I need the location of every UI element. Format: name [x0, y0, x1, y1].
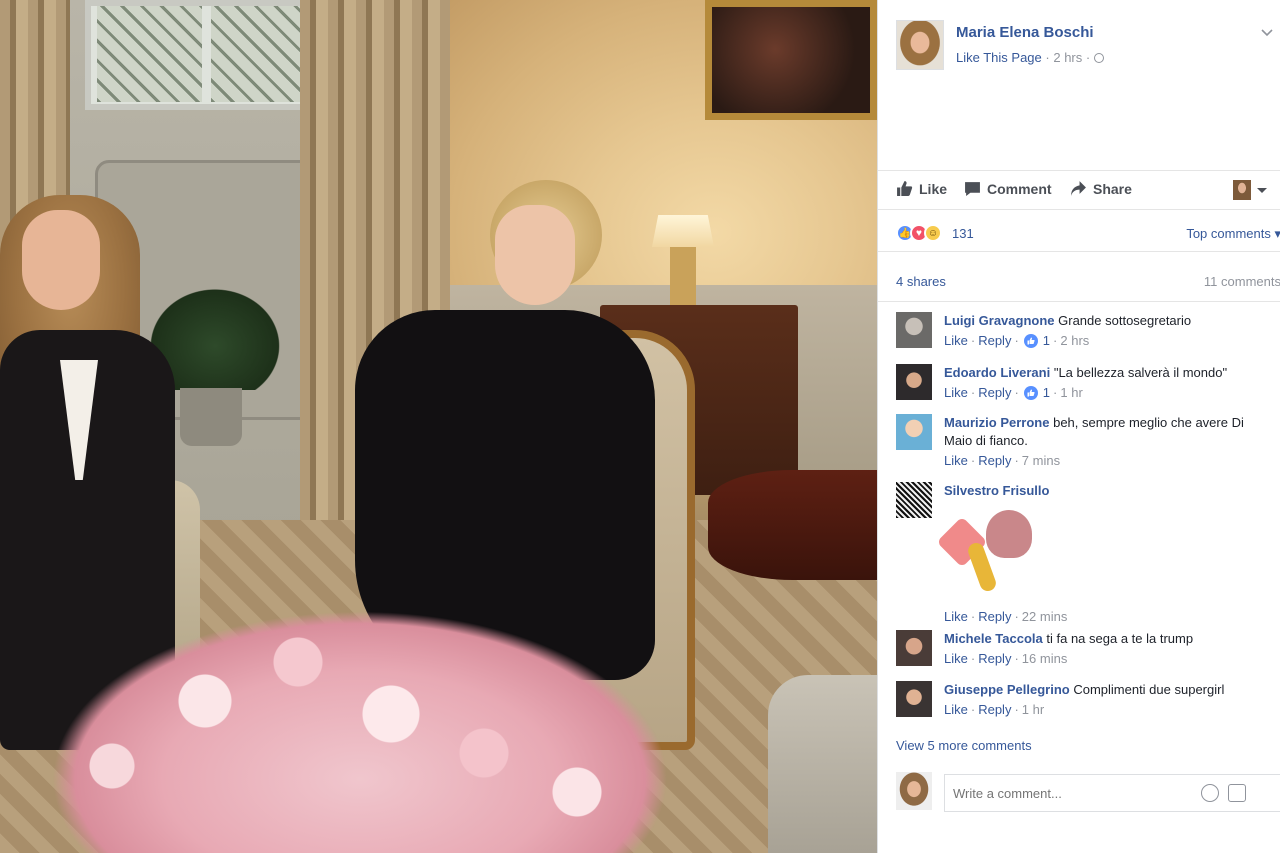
comment-reply-link[interactable]: Reply [978, 332, 1011, 350]
window [85, 0, 325, 110]
page-avatar[interactable] [896, 20, 944, 70]
comment-author[interactable]: Silvestro Frisullo [944, 483, 1049, 498]
caret-down-icon [1257, 187, 1267, 193]
comment-sort-dropdown[interactable]: Top comments ▾ [1186, 226, 1280, 242]
page-name[interactable]: Maria Elena Boschi [956, 24, 1094, 41]
comment-like-link[interactable]: Like [944, 452, 968, 470]
comment-like-link[interactable]: Like [944, 608, 968, 626]
commenter-avatar[interactable] [896, 312, 932, 348]
comment-author[interactable]: Michele Taccola [944, 631, 1043, 646]
comment-author[interactable]: Luigi Gravagnone [944, 313, 1055, 328]
thumbs-up-icon [897, 181, 913, 196]
reactions-row: 👍 ♥ ☺ 131 Top comments ▾ [878, 220, 1280, 252]
sticker-icon[interactable] [1228, 784, 1246, 802]
like-reaction-icon [1023, 334, 1038, 348]
comment-like-link[interactable]: Like [944, 650, 968, 668]
like-page-link[interactable]: Like This Page [956, 50, 1042, 65]
share-button[interactable]: Share [1070, 180, 1132, 197]
like-button[interactable]: Like [896, 180, 947, 197]
comment-author[interactable]: Giuseppe Pellegrino [944, 682, 1070, 697]
plant-pot [180, 388, 242, 446]
comment-author[interactable]: Edoardo Liverani [944, 365, 1050, 380]
lamp-base [670, 247, 696, 305]
post-meta: Like This Page · 2 hrs · [956, 50, 1104, 65]
comment-like-count[interactable]: 1 [1043, 384, 1050, 402]
globe-icon [1093, 53, 1104, 63]
flower-bouquet [50, 610, 670, 853]
comment-like-link[interactable]: Like [944, 701, 968, 719]
user-avatar [896, 772, 932, 810]
comment-like-count[interactable]: 1 [1043, 332, 1050, 350]
comment-button[interactable]: Comment [964, 180, 1052, 197]
cat-icon [986, 510, 1032, 558]
separator: · [1085, 50, 1091, 65]
comment-text: "La bellezza salverà il mondo" [1053, 365, 1228, 380]
separator: · [1045, 50, 1050, 65]
comment-reply-link[interactable]: Reply [978, 608, 1011, 626]
commenter-avatar[interactable] [896, 414, 932, 450]
comment-time[interactable]: 2 hrs [1060, 332, 1089, 350]
comment-text: Grande sottosegretario [1058, 313, 1192, 328]
emoji-icon[interactable] [1201, 784, 1219, 802]
post-sidebar: Maria Elena Boschi Like This Page · 2 hr… [877, 0, 1280, 853]
commenter-avatar[interactable] [896, 681, 932, 717]
comment-text: Complimenti due supergirl [1073, 682, 1225, 697]
lamp [652, 215, 714, 247]
view-more-comments-link[interactable]: View 5 more comments [896, 738, 1032, 753]
comment-reply-link[interactable]: Reply [978, 701, 1011, 719]
share-label: Share [1093, 180, 1132, 197]
share-icon [1071, 181, 1086, 196]
reactions-summary[interactable]: 👍 ♥ ☺ 131 [896, 224, 974, 242]
person-face [495, 205, 575, 305]
side-table [708, 470, 877, 580]
commenter-avatar[interactable] [896, 364, 932, 400]
actor-selector[interactable] [1233, 180, 1267, 200]
comment-icon [965, 182, 980, 196]
counts-row: 4 shares 11 comments [878, 262, 1280, 302]
action-bar: Like Comment Share [878, 170, 1280, 210]
post-header: Maria Elena Boschi Like This Page · 2 hr… [878, 0, 1280, 170]
comment-reply-link[interactable]: Reply [978, 650, 1011, 668]
haha-reaction-icon: ☺ [924, 224, 942, 242]
like-label: Like [919, 180, 948, 197]
comment-like-link[interactable]: Like [944, 384, 968, 402]
comment-label: Comment [987, 180, 1052, 197]
commenter-avatar[interactable] [896, 630, 932, 666]
actor-avatar [1233, 180, 1251, 200]
window-pane [97, 6, 202, 102]
comment-reply-link[interactable]: Reply [978, 452, 1011, 470]
armchair [768, 675, 877, 853]
shares-count[interactable]: 4 shares [896, 274, 946, 289]
like-reaction-icon [1023, 386, 1038, 400]
post-photo[interactable] [0, 0, 877, 853]
comments-count[interactable]: 11 comments [1204, 274, 1280, 289]
comment-reply-link[interactable]: Reply [978, 384, 1011, 402]
person-face [22, 210, 100, 310]
comment-like-link[interactable]: Like [944, 332, 968, 350]
reaction-count: 131 [952, 225, 974, 241]
comment-time[interactable]: 22 mins [1022, 608, 1068, 626]
comment-time[interactable]: 16 mins [1022, 650, 1068, 668]
post-time[interactable]: 2 hrs [1053, 50, 1082, 65]
comment-text: ti fa na sega a te la trump [1046, 631, 1194, 646]
sticker[interactable] [936, 508, 1044, 596]
comment-composer [896, 772, 1280, 814]
chevron-down-icon[interactable] [1259, 24, 1275, 40]
comment-author[interactable]: Maurizio Perrone [944, 415, 1049, 430]
painting [705, 0, 877, 120]
sort-label: Top comments [1186, 226, 1271, 241]
comment-time[interactable]: 1 hr [1060, 384, 1082, 402]
comment-time[interactable]: 7 mins [1022, 452, 1060, 470]
commenter-avatar[interactable] [896, 482, 932, 518]
comment-time[interactable]: 1 hr [1022, 701, 1044, 719]
